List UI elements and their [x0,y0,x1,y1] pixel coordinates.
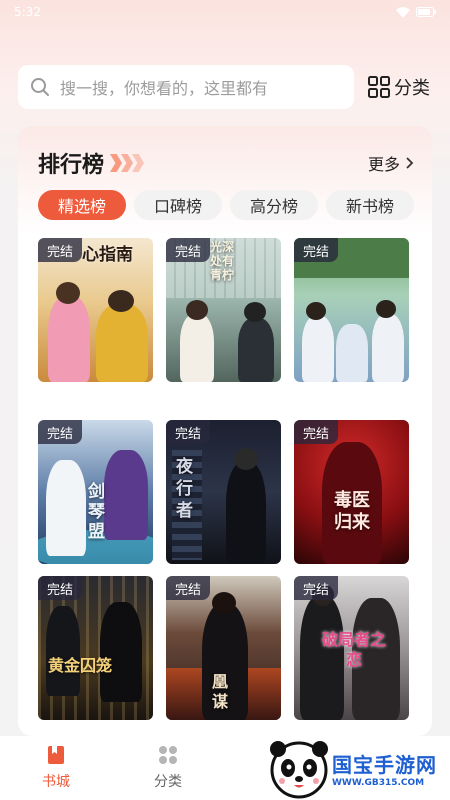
completed-badge: 完结 [38,576,82,600]
book-cover-title: 凰谋 [212,672,229,711]
status-time: 5:32 [14,5,41,19]
chevron-decoration-icon [110,154,145,172]
chevron-right-icon [406,157,414,169]
tab-featured[interactable]: 精选榜 [38,190,126,220]
completed-badge: 完结 [166,238,210,262]
watermark-url: WWW.GB315.COM [332,777,425,788]
tab-reputation[interactable]: 口碑榜 [134,190,222,220]
search-placeholder: 搜一搜，你想看的，这里都有 [60,79,269,98]
wifi-icon [396,6,410,18]
completed-badge: 完结 [294,576,338,600]
watermark-title: 国宝手游网 [332,752,437,777]
status-bar: 5:32 [0,0,450,24]
book-card[interactable]: 夜行者 完结 [166,420,281,564]
ranking-header: 排行榜 更多 [38,148,414,178]
book-cover-title: 剑琴盟 [88,482,105,542]
battery-icon [416,7,436,17]
more-link[interactable]: 更多 [368,151,414,175]
grid-icon [368,76,390,98]
book-card[interactable]: 破局者之恋 完结 [294,576,409,720]
book-card[interactable]: 完结 [294,238,409,382]
book-cover-title: 夜行者 [176,457,193,521]
category-icon [159,746,177,764]
book-cover-title: 破局者之恋 [322,630,387,669]
watermark: 国宝手游网 WWW.GB315.COM [262,736,450,800]
completed-badge: 完结 [166,420,210,444]
panda-logo-icon [268,737,330,799]
book-card[interactable]: 剑琴盟 完结 [38,420,153,564]
book-cover-title: 心指南 [82,245,133,265]
tabbar-label: 分类 [154,774,182,790]
book-card[interactable]: 光深处有青柠 完结 [166,238,281,382]
category-button-label: 分类 [394,78,430,99]
completed-badge: 完结 [294,420,338,444]
completed-badge: 完结 [38,420,82,444]
book-card[interactable]: 心指南 完结 [38,238,153,382]
completed-badge: 完结 [38,238,82,262]
book-card[interactable]: 凰谋 完结 [166,576,281,720]
category-button[interactable]: 分类 [368,74,430,100]
tabbar-item-bookstore[interactable]: 书城 [0,736,112,800]
more-label: 更多 [367,155,400,174]
book-icon [48,746,64,764]
ranking-panel: 排行榜 更多 精选榜 口碑榜 高分榜 新书榜 心指南 完结 光深处有青柠 完结 … [18,126,432,736]
book-cover-title: 毒医归来 [334,490,370,533]
completed-badge: 完结 [166,576,210,600]
book-cover-title: 光深处有青柠 [210,240,235,282]
tabbar-label: 书城 [42,774,70,790]
tab-new-books[interactable]: 新书榜 [326,190,414,220]
completed-badge: 完结 [294,238,338,262]
ranking-tabs: 精选榜 口碑榜 高分榜 新书榜 [38,190,414,220]
book-cover-title: 黄金囚笼 [48,656,113,675]
search-input[interactable]: 搜一搜，你想看的，这里都有 [18,65,354,109]
search-icon [31,78,49,96]
tabbar-item-category[interactable]: 分类 [112,736,224,800]
tab-high-score[interactable]: 高分榜 [230,190,318,220]
ranking-title: 排行榜 [38,153,105,178]
book-card[interactable]: 黄金囚笼 完结 [38,576,153,720]
book-card[interactable]: 毒医归来 完结 [294,420,409,564]
search-row: 搜一搜，你想看的，这里都有 分类 [18,65,438,109]
